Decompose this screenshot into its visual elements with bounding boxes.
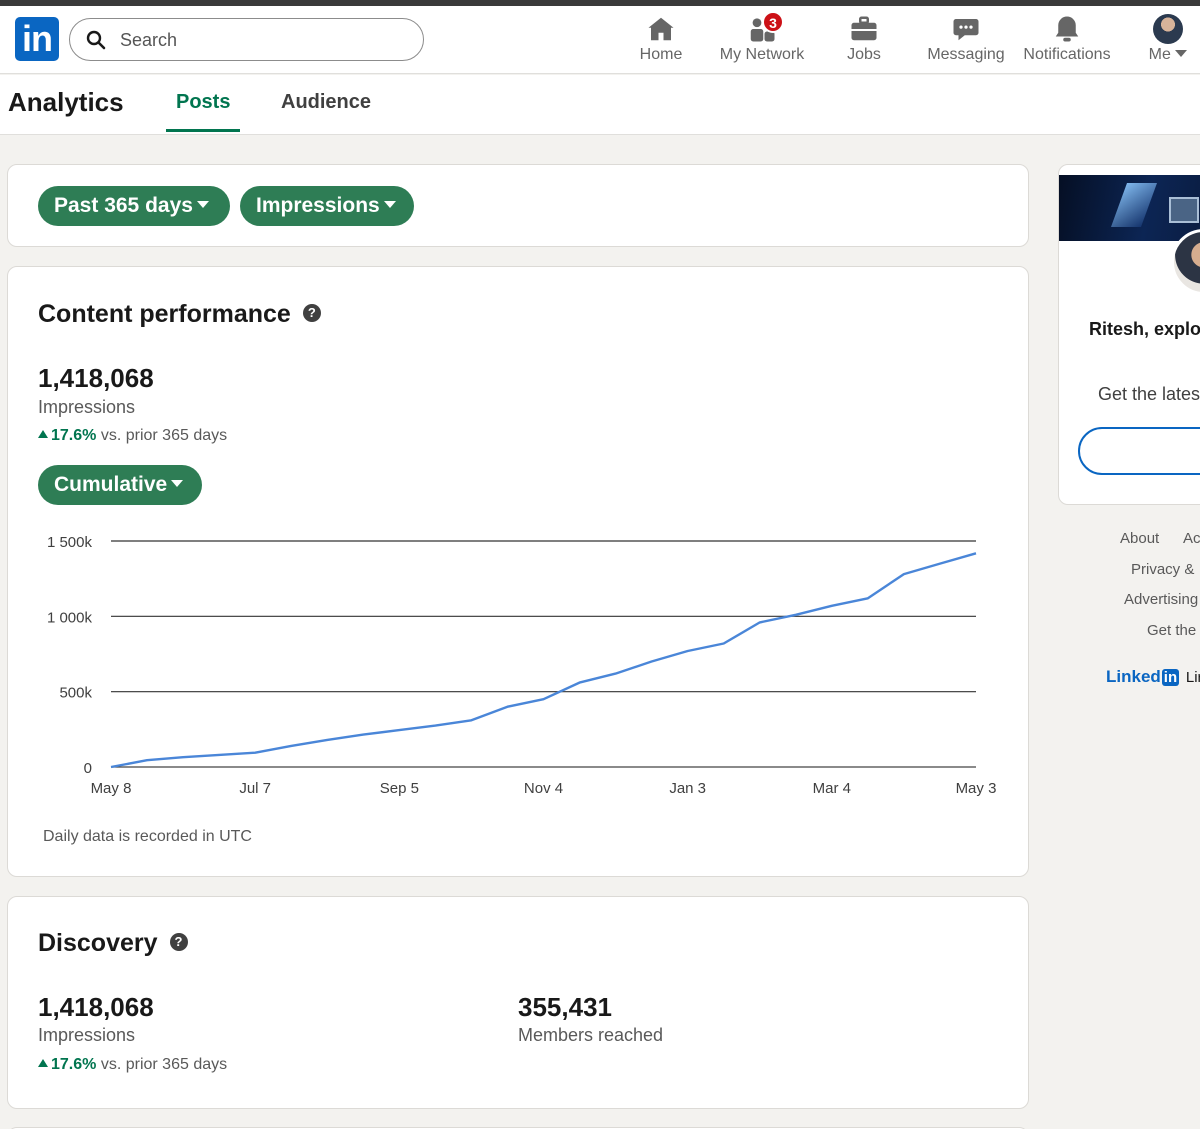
chart-utc-note: Daily data is recorded in UTC [43, 828, 252, 845]
nav-me-text: Me [1148, 46, 1171, 63]
x-tick-label: Jul 7 [239, 780, 271, 797]
members-reached-value: 355,431 [518, 992, 612, 1022]
nav-home-label: Home [639, 46, 683, 63]
caret-down-icon [171, 480, 184, 488]
nav-messaging[interactable]: Messaging [925, 14, 1007, 64]
footer-link-privacy[interactable]: Privacy & [1131, 561, 1194, 578]
search-icon [86, 30, 106, 50]
promo-text: Get the lates [1098, 384, 1200, 404]
help-icon[interactable]: ? [302, 304, 321, 323]
caret-down-icon [383, 201, 396, 209]
active-tab-indicator [166, 129, 240, 132]
y-tick-label: 500k [59, 685, 92, 702]
x-tick-label: Mar 4 [813, 780, 851, 797]
metric-dropdown[interactable]: Impressions [240, 186, 414, 226]
discovery-trend-percent: 17.6% [51, 1056, 97, 1073]
home-icon [648, 17, 674, 41]
x-tick-label: May 3 [956, 780, 997, 797]
network-notification-badge: 3 [762, 11, 784, 33]
x-tick-label: May 8 [91, 780, 132, 797]
impressions-trend: 17.6% vs. prior 365 days [38, 427, 227, 445]
banner-light-beam [1110, 183, 1158, 227]
help-icon[interactable]: ? [169, 933, 188, 952]
footer-link-accessibility[interactable]: Ac [1183, 530, 1200, 547]
footer-link-get-app[interactable]: Get the [1147, 622, 1196, 639]
x-tick-label: Jan 3 [669, 780, 706, 797]
x-tick-label: Sep 5 [380, 780, 419, 797]
x-tick-label: Nov 4 [524, 780, 563, 797]
content-performance-title: Content performance? [38, 300, 321, 329]
search-box[interactable] [69, 18, 424, 61]
trend-up-icon [38, 1059, 48, 1068]
discovery-impressions-label: Impressions [38, 1025, 136, 1045]
nav-notifications-label: Notifications [1023, 46, 1111, 63]
top-navigation-bar: in Home 3 My Network Jobs [0, 6, 1200, 74]
nav-jobs-label: Jobs [847, 46, 881, 63]
briefcase-icon [851, 16, 877, 41]
members-reached-label: Members reached [518, 1025, 664, 1045]
nav-my-network[interactable]: 3 My Network [716, 11, 808, 64]
tab-audience[interactable]: Audience [281, 91, 371, 114]
discovery-impressions-value: 1,418,068 [38, 992, 154, 1022]
filter-card: Past 365 days Impressions [7, 164, 1029, 247]
footer-linkedin-logo: Linkedin Lir [1106, 667, 1200, 687]
nav-jobs[interactable]: Jobs [836, 14, 892, 64]
discovery-impressions-trend: 17.6% vs. prior 365 days [38, 1056, 227, 1074]
trend-percent: 17.6% [51, 427, 97, 444]
page-title: Analytics [8, 87, 124, 117]
content-performance-title-text: Content performance [38, 300, 291, 328]
footer-brand-tail: Lir [1185, 669, 1200, 686]
date-range-dropdown[interactable]: Past 365 days [38, 186, 230, 226]
y-tick-label: 0 [84, 760, 92, 777]
nav-me-label: Me [1140, 46, 1196, 64]
y-tick-label: 1 000k [47, 609, 93, 626]
content-performance-card: Content performance? 1,418,068 Impressio… [7, 266, 1029, 877]
discovery-trend-text: vs. prior 365 days [100, 1056, 228, 1073]
footer-brand-word: Linked [1106, 667, 1161, 686]
cumulative-label: Cumulative [54, 473, 168, 496]
tab-posts[interactable]: Posts [176, 91, 230, 114]
nav-messaging-label: Messaging [927, 46, 1005, 63]
promo-greeting: Ritesh, explo [1089, 319, 1200, 339]
impressions-label: Impressions [38, 397, 136, 417]
chevron-down-icon [1175, 49, 1188, 57]
nav-my-network-label: My Network [719, 46, 805, 63]
linkedin-logo[interactable]: in [15, 17, 59, 61]
analytics-header: Analytics Posts Audience [0, 75, 1200, 135]
date-range-label: Past 365 days [54, 194, 193, 217]
cumulative-dropdown[interactable]: Cumulative [38, 465, 202, 505]
discovery-card: Discovery? 1,418,068 Impressions 17.6% v… [7, 896, 1029, 1109]
avatar[interactable] [1153, 14, 1183, 44]
impressions-series-line [110, 552, 977, 769]
impressions-line-chart: 0 500k 1 000k 1 500k May 8 Jul 7 Sep 5 Nov 4 Jan… [47, 534, 997, 797]
banner-satellite [1169, 197, 1199, 223]
promo-button[interactable] [1078, 427, 1200, 475]
nav-me[interactable]: Me [1140, 14, 1196, 64]
promo-card: Ritesh, explo Get the lates [1058, 164, 1200, 505]
discovery-title: Discovery? [38, 929, 188, 958]
chat-icon [953, 19, 979, 41]
footer-brand-box: in [1161, 669, 1180, 686]
impressions-value: 1,418,068 [38, 363, 154, 393]
footer-link-about[interactable]: About [1120, 530, 1159, 547]
trend-up-icon [38, 430, 48, 439]
discovery-title-text: Discovery [38, 929, 158, 957]
bell-icon [1055, 16, 1079, 42]
metric-label: Impressions [256, 194, 380, 217]
y-tick-label: 1 500k [47, 534, 93, 551]
footer-link-advertising[interactable]: Advertising [1124, 591, 1198, 608]
caret-down-icon [196, 201, 209, 209]
search-input[interactable] [120, 27, 410, 53]
promo-banner-image [1059, 175, 1200, 241]
trend-text: vs. prior 365 days [100, 427, 228, 444]
nav-home[interactable]: Home [631, 14, 691, 64]
nav-notifications[interactable]: Notifications [1020, 14, 1114, 64]
